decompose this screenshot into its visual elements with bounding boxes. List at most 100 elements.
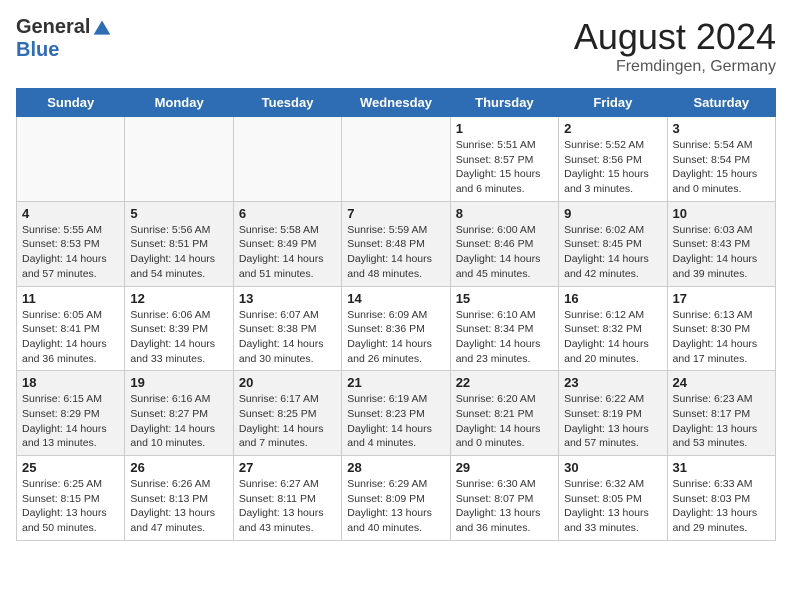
calendar-cell: 27 Sunrise: 6:27 AMSunset: 8:11 PMDayligh… xyxy=(233,456,341,541)
day-number: 11 xyxy=(22,291,119,306)
calendar-cell: 13Sunrise: 6:07 AMSunset: 8:38 PMDayligh… xyxy=(233,286,341,371)
day-info: Sunrise: 6:03 AMSunset: 8:43 PMDaylight:… xyxy=(673,223,770,282)
day-number: 21 xyxy=(347,375,444,390)
calendar-cell xyxy=(342,117,450,202)
day-number: 24 xyxy=(673,375,770,390)
day-number: 23 xyxy=(564,375,661,390)
calendar-cell: 21 Sunrise: 6:19 AMSunset: 8:23 PMDayligh… xyxy=(342,371,450,456)
calendar-cell: 5 Sunrise: 5:56 AMSunset: 8:51 PMDaylight… xyxy=(125,201,233,286)
day-info: Sunrise: 6:29 AMSunset: 8:09 PMDaylight:… xyxy=(347,477,444,536)
day-number: 12 xyxy=(130,291,227,306)
day-header-monday: Monday xyxy=(125,89,233,117)
day-number: 14 xyxy=(347,291,444,306)
day-info: Sunrise: 6:00 AMSunset: 8:46 PMDaylight:… xyxy=(456,223,553,282)
location: Fremdingen, Germany xyxy=(574,58,776,76)
day-info: Sunrise: 6:33 AMSunset: 8:03 PMDaylight:… xyxy=(673,477,770,536)
logo-icon xyxy=(92,18,112,38)
day-number: 8 xyxy=(456,206,553,221)
day-header-wednesday: Wednesday xyxy=(342,89,450,117)
day-info: Sunrise: 6:13 AMSunset: 8:30 PMDaylight:… xyxy=(673,308,770,367)
day-number: 2 xyxy=(564,121,661,136)
day-header-saturday: Saturday xyxy=(667,89,775,117)
day-info: Sunrise: 6:19 AMSunset: 8:23 PMDaylight:… xyxy=(347,392,444,451)
page-header: General Blue August 2024 Fremdingen, Ger… xyxy=(16,16,776,76)
calendar-cell: 22Sunrise: 6:20 AMSunset: 8:21 PMDayligh… xyxy=(450,371,558,456)
day-number: 17 xyxy=(673,291,770,306)
calendar-week-3: 11 Sunrise: 6:05 AMSunset: 8:41 PMDayligh… xyxy=(17,286,776,371)
calendar-week-4: 18 Sunrise: 6:15 AMSunset: 8:29 PMDayligh… xyxy=(17,371,776,456)
calendar-cell: 30 Sunrise: 6:32 AMSunset: 8:05 PMDayligh… xyxy=(559,456,667,541)
calendar-cell: 25Sunrise: 6:25 AMSunset: 8:15 PMDayligh… xyxy=(17,456,125,541)
calendar-cell: 17 Sunrise: 6:13 AMSunset: 8:30 PMDayligh… xyxy=(667,286,775,371)
day-number: 6 xyxy=(239,206,336,221)
day-info: Sunrise: 6:26 AMSunset: 8:13 PMDaylight:… xyxy=(130,477,227,536)
day-info: Sunrise: 6:30 AMSunset: 8:07 PMDaylight:… xyxy=(456,477,553,536)
day-header-sunday: Sunday xyxy=(17,89,125,117)
day-info: Sunrise: 5:54 AMSunset: 8:54 PMDaylight:… xyxy=(673,138,770,197)
calendar-cell xyxy=(125,117,233,202)
day-info: Sunrise: 6:06 AMSunset: 8:39 PMDaylight:… xyxy=(130,308,227,367)
day-info: Sunrise: 6:10 AMSunset: 8:34 PMDaylight:… xyxy=(456,308,553,367)
day-number: 5 xyxy=(130,206,227,221)
calendar-cell: 2 Sunrise: 5:52 AMSunset: 8:56 PMDaylight… xyxy=(559,117,667,202)
calendar-cell: 15 Sunrise: 6:10 AMSunset: 8:34 PMDayligh… xyxy=(450,286,558,371)
calendar-cell: 26Sunrise: 6:26 AMSunset: 8:13 PMDayligh… xyxy=(125,456,233,541)
day-header-friday: Friday xyxy=(559,89,667,117)
calendar-cell: 7 Sunrise: 5:59 AMSunset: 8:48 PMDaylight… xyxy=(342,201,450,286)
day-number: 16 xyxy=(564,291,661,306)
title-block: August 2024 Fremdingen, Germany xyxy=(574,16,776,76)
day-info: Sunrise: 6:23 AMSunset: 8:17 PMDaylight:… xyxy=(673,392,770,451)
day-info: Sunrise: 6:32 AMSunset: 8:05 PMDaylight:… xyxy=(564,477,661,536)
day-number: 3 xyxy=(673,121,770,136)
day-info: Sunrise: 6:15 AMSunset: 8:29 PMDaylight:… xyxy=(22,392,119,451)
day-header-thursday: Thursday xyxy=(450,89,558,117)
day-info: Sunrise: 5:58 AMSunset: 8:49 PMDaylight:… xyxy=(239,223,336,282)
calendar-week-2: 4Sunrise: 5:55 AMSunset: 8:53 PMDaylight… xyxy=(17,201,776,286)
day-number: 1 xyxy=(456,121,553,136)
logo-general-text: General xyxy=(16,16,90,39)
day-info: Sunrise: 5:59 AMSunset: 8:48 PMDaylight:… xyxy=(347,223,444,282)
day-info: Sunrise: 6:16 AMSunset: 8:27 PMDaylight:… xyxy=(130,392,227,451)
calendar-header-row: SundayMondayTuesdayWednesdayThursdayFrid… xyxy=(17,89,776,117)
day-number: 27 xyxy=(239,460,336,475)
day-number: 15 xyxy=(456,291,553,306)
calendar-cell: 6 Sunrise: 5:58 AMSunset: 8:49 PMDaylight… xyxy=(233,201,341,286)
day-number: 30 xyxy=(564,460,661,475)
calendar-cell: 29Sunrise: 6:30 AMSunset: 8:07 PMDayligh… xyxy=(450,456,558,541)
day-number: 10 xyxy=(673,206,770,221)
calendar-cell: 16Sunrise: 6:12 AMSunset: 8:32 PMDayligh… xyxy=(559,286,667,371)
day-number: 31 xyxy=(673,460,770,475)
day-number: 28 xyxy=(347,460,444,475)
day-info: Sunrise: 6:22 AMSunset: 8:19 PMDaylight:… xyxy=(564,392,661,451)
calendar-cell: 18 Sunrise: 6:15 AMSunset: 8:29 PMDayligh… xyxy=(17,371,125,456)
day-info: Sunrise: 6:02 AMSunset: 8:45 PMDaylight:… xyxy=(564,223,661,282)
calendar-cell xyxy=(17,117,125,202)
day-number: 25 xyxy=(22,460,119,475)
calendar-cell: 31 Sunrise: 6:33 AMSunset: 8:03 PMDayligh… xyxy=(667,456,775,541)
calendar-cell: 20Sunrise: 6:17 AMSunset: 8:25 PMDayligh… xyxy=(233,371,341,456)
calendar-cell: 1 Sunrise: 5:51 AMSunset: 8:57 PMDaylight… xyxy=(450,117,558,202)
calendar-cell: 4Sunrise: 5:55 AMSunset: 8:53 PMDaylight… xyxy=(17,201,125,286)
day-info: Sunrise: 5:52 AMSunset: 8:56 PMDaylight:… xyxy=(564,138,661,197)
month-year: August 2024 xyxy=(574,16,776,58)
day-info: Sunrise: 5:56 AMSunset: 8:51 PMDaylight:… xyxy=(130,223,227,282)
calendar-cell: 9Sunrise: 6:02 AMSunset: 8:45 PMDaylight… xyxy=(559,201,667,286)
calendar-cell: 19Sunrise: 6:16 AMSunset: 8:27 PMDayligh… xyxy=(125,371,233,456)
calendar-cell: 14Sunrise: 6:09 AMSunset: 8:36 PMDayligh… xyxy=(342,286,450,371)
day-info: Sunrise: 5:51 AMSunset: 8:57 PMDaylight:… xyxy=(456,138,553,197)
day-number: 7 xyxy=(347,206,444,221)
day-info: Sunrise: 6:27 AMSunset: 8:11 PMDaylight:… xyxy=(239,477,336,536)
calendar-week-5: 25Sunrise: 6:25 AMSunset: 8:15 PMDayligh… xyxy=(17,456,776,541)
day-info: Sunrise: 5:55 AMSunset: 8:53 PMDaylight:… xyxy=(22,223,119,282)
calendar-cell: 24 Sunrise: 6:23 AMSunset: 8:17 PMDayligh… xyxy=(667,371,775,456)
day-number: 18 xyxy=(22,375,119,390)
day-info: Sunrise: 6:17 AMSunset: 8:25 PMDaylight:… xyxy=(239,392,336,451)
day-info: Sunrise: 6:07 AMSunset: 8:38 PMDaylight:… xyxy=(239,308,336,367)
calendar-cell: 3 Sunrise: 5:54 AMSunset: 8:54 PMDaylight… xyxy=(667,117,775,202)
calendar-cell: 8 Sunrise: 6:00 AMSunset: 8:46 PMDaylight… xyxy=(450,201,558,286)
calendar-cell xyxy=(233,117,341,202)
day-info: Sunrise: 6:05 AMSunset: 8:41 PMDaylight:… xyxy=(22,308,119,367)
calendar-cell: 11 Sunrise: 6:05 AMSunset: 8:41 PMDayligh… xyxy=(17,286,125,371)
calendar-table: SundayMondayTuesdayWednesdayThursdayFrid… xyxy=(16,88,776,541)
day-number: 22 xyxy=(456,375,553,390)
